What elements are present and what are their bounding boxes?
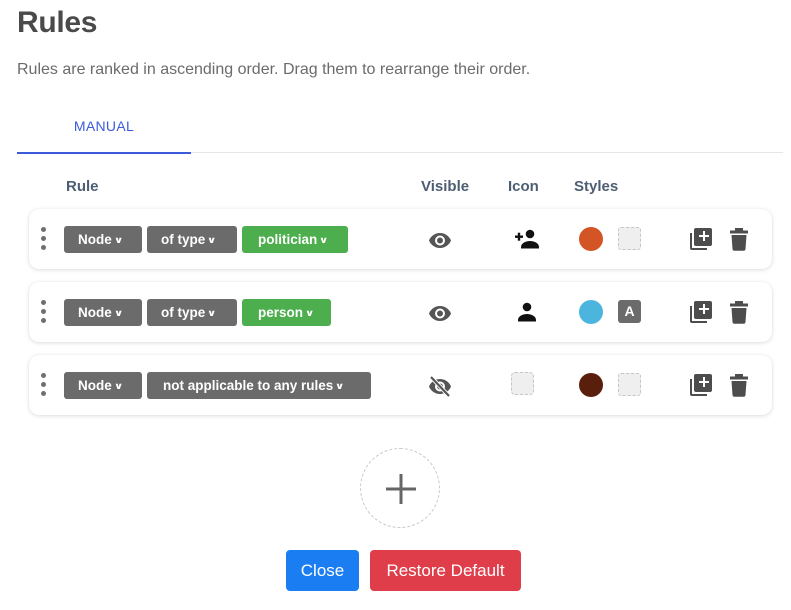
- chevron-down-icon: ∨: [207, 308, 217, 318]
- column-header-icon: Icon: [508, 178, 539, 195]
- selector-value[interactable]: politician ∨: [242, 226, 348, 253]
- font-style-box[interactable]: [618, 227, 641, 250]
- visible-eye-icon[interactable]: [428, 301, 452, 325]
- font-style-box[interactable]: A: [618, 300, 641, 323]
- drag-handle-icon[interactable]: [41, 373, 47, 397]
- font-style-box[interactable]: [618, 373, 641, 396]
- duplicate-rule-icon[interactable]: [689, 300, 713, 324]
- add-rule-button[interactable]: [360, 448, 440, 528]
- chevron-down-icon: ∨: [113, 308, 124, 318]
- duplicate-rule-icon[interactable]: [689, 227, 713, 251]
- selector-condition[interactable]: not applicable to any rules ∨: [147, 372, 371, 399]
- visible-eye-icon[interactable]: [428, 228, 452, 252]
- column-header-styles: Styles: [574, 178, 619, 195]
- selector-condition[interactable]: of type ∨: [147, 299, 237, 326]
- hidden-eye-slash-icon[interactable]: [428, 374, 452, 398]
- tab-bar: MANUAL: [17, 107, 783, 154]
- chevron-down-icon: ∨: [207, 235, 217, 245]
- selector-target[interactable]: Node ∨: [64, 372, 142, 399]
- empty-icon-box[interactable]: [511, 372, 534, 395]
- restore-default-button[interactable]: Restore Default: [370, 550, 521, 591]
- color-swatch[interactable]: [579, 373, 603, 397]
- chevron-down-icon: ∨: [319, 235, 329, 245]
- column-header-rule: Rule: [66, 178, 99, 195]
- column-header-visible: Visible: [421, 178, 470, 195]
- chevron-down-icon: ∨: [304, 308, 315, 318]
- delete-rule-icon[interactable]: [728, 227, 750, 251]
- selector-target[interactable]: Node ∨: [64, 299, 142, 326]
- delete-rule-icon[interactable]: [728, 373, 750, 397]
- chevron-down-icon: ∨: [113, 235, 124, 245]
- duplicate-rule-icon[interactable]: [689, 373, 713, 397]
- rule-row: Node ∨ of type ∨ politician ∨: [29, 209, 772, 269]
- selector-value[interactable]: person ∨: [242, 299, 331, 326]
- drag-handle-icon[interactable]: [41, 227, 47, 251]
- tab-manual[interactable]: MANUAL: [17, 107, 191, 154]
- color-swatch[interactable]: [579, 227, 603, 251]
- person-icon[interactable]: [514, 299, 540, 325]
- selector-target[interactable]: Node ∨: [64, 226, 142, 253]
- rule-row: Node ∨ of type ∨ person ∨ A: [29, 282, 772, 342]
- page-subtitle: Rules are ranked in ascending order. Dra…: [17, 61, 531, 78]
- drag-handle-icon[interactable]: [41, 300, 47, 324]
- chevron-down-icon: ∨: [113, 381, 124, 391]
- chevron-down-icon: ∨: [335, 381, 345, 391]
- close-button[interactable]: Close: [286, 550, 359, 591]
- page-title: Rules: [17, 6, 98, 39]
- selector-condition[interactable]: of type ∨: [147, 226, 237, 253]
- color-swatch[interactable]: [579, 300, 603, 324]
- plus-icon: [386, 474, 416, 504]
- person-add-icon[interactable]: [514, 226, 540, 252]
- delete-rule-icon[interactable]: [728, 300, 750, 324]
- rule-row: Node ∨ not applicable to any rules ∨: [29, 355, 772, 415]
